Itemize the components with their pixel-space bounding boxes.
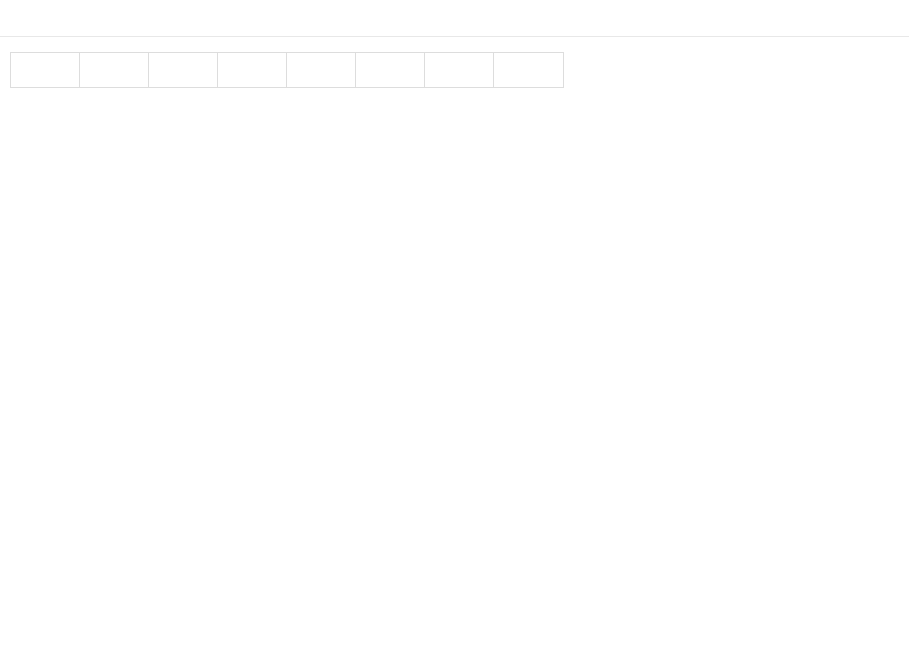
macd-legend <box>14 521 62 536</box>
tab-15min[interactable] <box>287 53 356 87</box>
tab-30min[interactable] <box>356 53 425 87</box>
tab-week[interactable] <box>80 53 149 87</box>
kline-page <box>0 0 909 650</box>
tab-5min[interactable] <box>218 53 287 87</box>
tab-60min[interactable] <box>425 53 494 87</box>
ohlc-legend <box>14 94 78 109</box>
period-tabs <box>10 52 564 88</box>
tab-4hour[interactable] <box>494 53 563 87</box>
kline-chart[interactable] <box>0 0 909 650</box>
ma-legend <box>14 113 62 128</box>
tab-day[interactable] <box>11 53 80 87</box>
tab-month[interactable] <box>149 53 218 87</box>
